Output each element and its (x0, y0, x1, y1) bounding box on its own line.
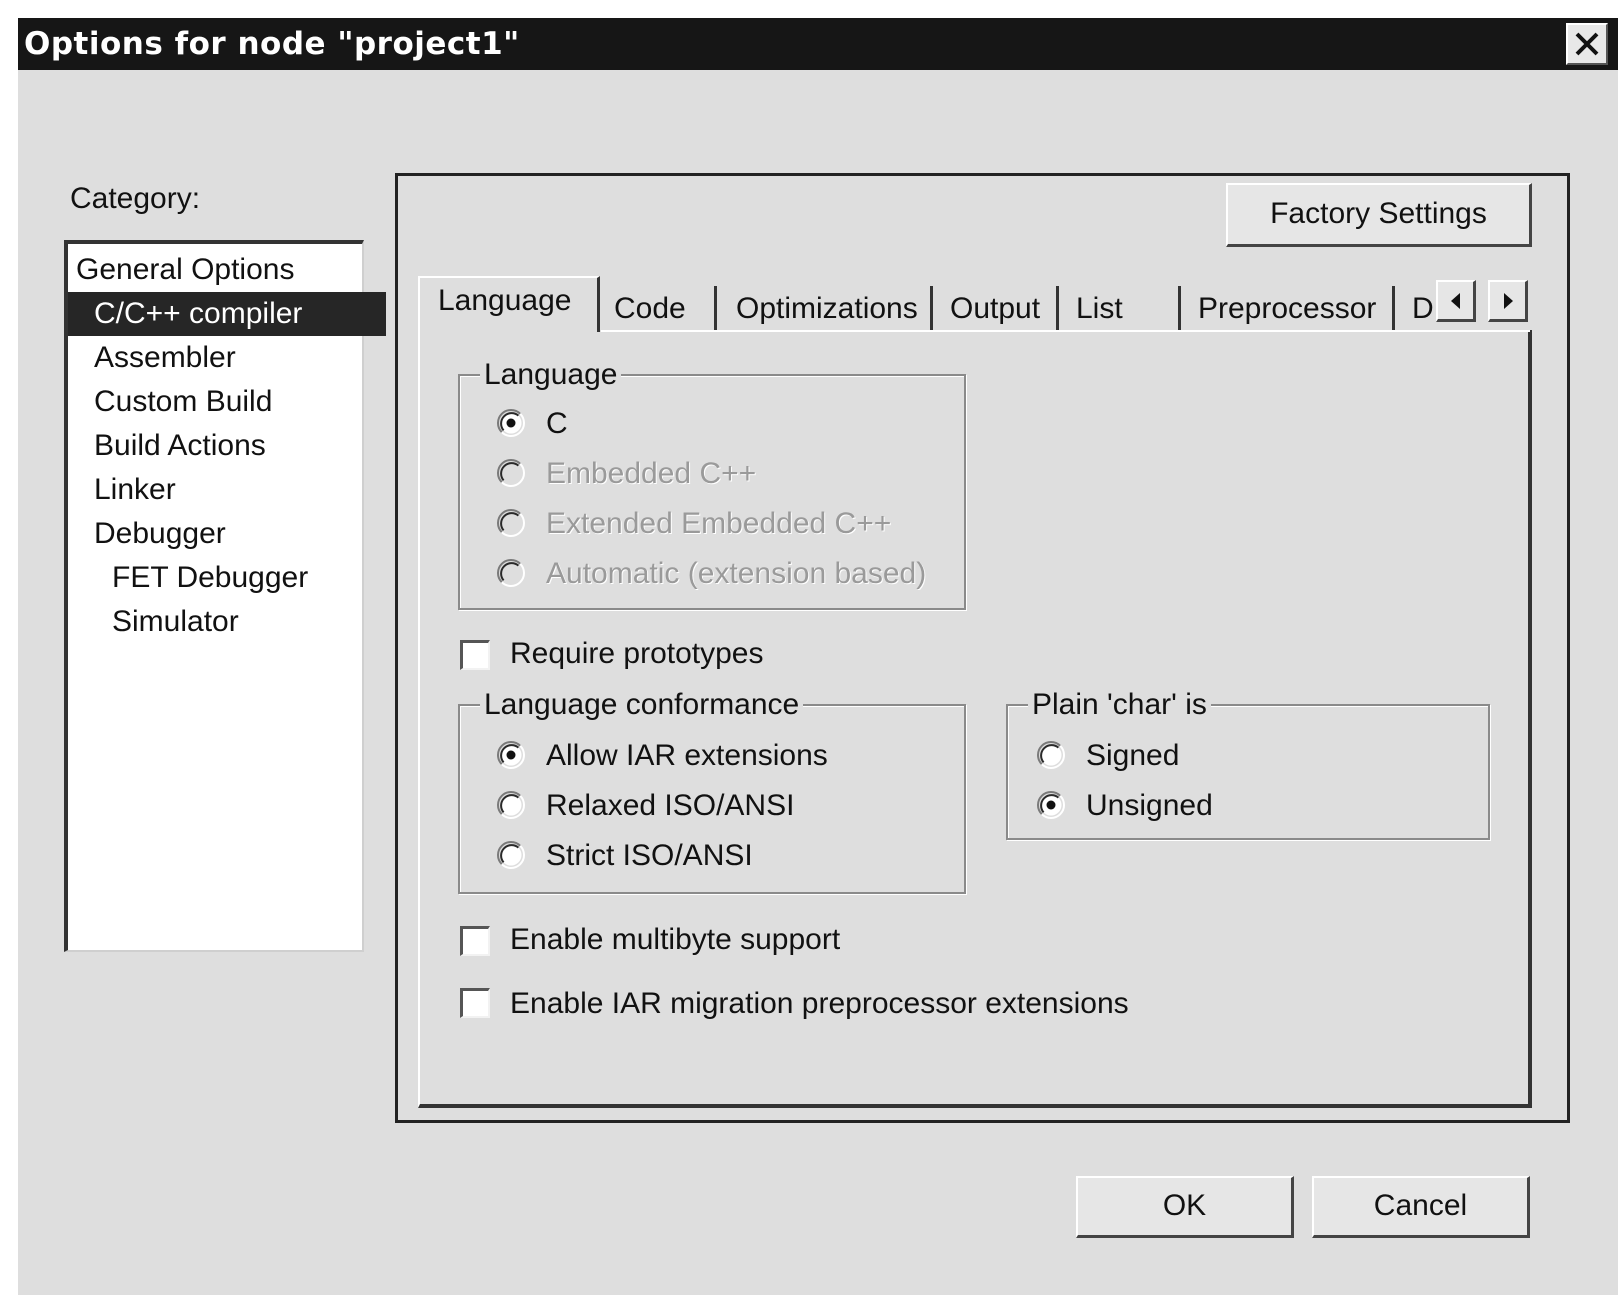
window-title: Options for node "project1" (24, 26, 520, 62)
category-item-build-actions[interactable]: Build Actions (68, 424, 386, 468)
option-allow-iar-extensions-label: Allow IAR extensions (546, 739, 828, 772)
option-relaxed-iso-ansi-label: Relaxed ISO/ANSI (546, 789, 795, 822)
radio-allow-iar-extensions-icon[interactable] (496, 740, 526, 770)
tab-language[interactable]: Language (418, 276, 600, 332)
tab-code[interactable]: Code (614, 286, 686, 332)
radio-strict-iso-ansi-icon[interactable] (496, 840, 526, 870)
radio-extended-embedded-cpp-icon[interactable] (496, 508, 526, 538)
radio-automatic-icon[interactable] (496, 558, 526, 588)
enable-migration-extensions-checkbox[interactable] (460, 988, 490, 1018)
require-prototypes-label: Require prototypes (510, 637, 764, 670)
require-prototypes-checkbox[interactable] (460, 640, 490, 670)
tab-divider (714, 286, 717, 330)
tab-divider (930, 286, 933, 330)
option-extended-embedded-cpp-label: Extended Embedded C++ (546, 507, 892, 540)
arrow-right-icon (1504, 293, 1513, 309)
option-signed-label: Signed (1086, 739, 1180, 772)
radio-relaxed-iso-ansi-icon[interactable] (496, 790, 526, 820)
tab-optimizations[interactable]: Optimizations (736, 286, 918, 332)
tab-divider (1056, 286, 1059, 330)
ok-button[interactable]: OK (1076, 1176, 1294, 1238)
enable-multibyte-checkbox[interactable] (460, 926, 490, 956)
tab-scroll-right-button[interactable] (1488, 280, 1528, 322)
option-c-label: C (546, 407, 568, 440)
conformance-group-title: Language conformance (480, 688, 804, 722)
radio-signed-icon[interactable] (1036, 740, 1066, 770)
factory-settings-button[interactable]: Factory Settings (1226, 183, 1532, 247)
category-label: Category: (70, 182, 201, 215)
tab-divider (1178, 286, 1181, 330)
close-icon (1575, 32, 1599, 56)
category-item-general-options[interactable]: General Options (68, 248, 368, 292)
category-item-custom-build[interactable]: Custom Build (68, 380, 386, 424)
option-unsigned-label: Unsigned (1086, 789, 1213, 822)
plain-char-group-title: Plain 'char' is (1028, 688, 1211, 722)
tab-list[interactable]: List (1076, 286, 1123, 332)
title-bar: Options for node "project1" (18, 18, 1618, 70)
cancel-button[interactable]: Cancel (1312, 1176, 1530, 1238)
category-list[interactable]: General Options C/C++ compiler Assembler… (64, 240, 386, 952)
options-dialog: Options for node "project1" Category: Ge… (18, 18, 1618, 1295)
tab-scroll-left-button[interactable] (1436, 280, 1476, 322)
tab-preprocessor[interactable]: Preprocessor (1198, 286, 1376, 332)
tab-d-truncated[interactable]: D (1412, 286, 1434, 332)
tab-output[interactable]: Output (950, 286, 1040, 332)
enable-migration-extensions-label: Enable IAR migration preprocessor extens… (510, 987, 1129, 1020)
option-automatic-label: Automatic (extension based) (546, 557, 927, 590)
category-item-c-compiler[interactable]: C/C++ compiler (68, 292, 386, 336)
radio-c-icon[interactable] (496, 408, 526, 438)
category-item-debugger[interactable]: Debugger (68, 512, 386, 556)
category-item-simulator[interactable]: Simulator (68, 600, 404, 644)
enable-multibyte-label: Enable multibyte support (510, 923, 841, 956)
category-item-linker[interactable]: Linker (68, 468, 386, 512)
close-button[interactable] (1566, 23, 1608, 65)
option-strict-iso-ansi-label: Strict ISO/ANSI (546, 839, 753, 872)
category-item-assembler[interactable]: Assembler (68, 336, 386, 380)
language-group-title: Language (480, 358, 622, 392)
radio-embedded-cpp-icon[interactable] (496, 458, 526, 488)
plain-char-groupbox (1006, 704, 1490, 840)
tab-divider (1392, 286, 1395, 330)
radio-unsigned-icon[interactable] (1036, 790, 1066, 820)
category-item-fet-debugger[interactable]: FET Debugger (68, 556, 404, 600)
option-embedded-cpp-label: Embedded C++ (546, 457, 757, 490)
arrow-left-icon (1451, 293, 1460, 309)
